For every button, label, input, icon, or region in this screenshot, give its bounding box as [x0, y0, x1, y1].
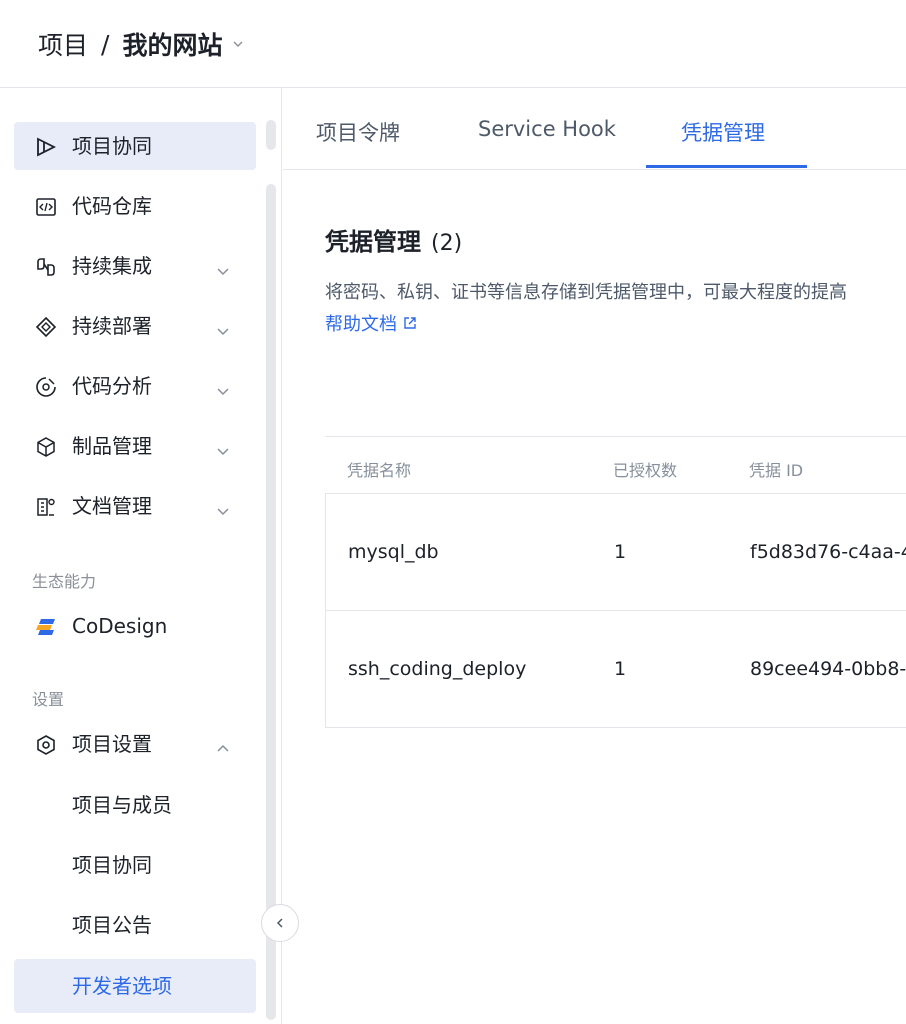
sidebar-item-code[interactable]: 代码仓库 [14, 182, 256, 230]
sidebar-item-ci[interactable]: 持续集成 [14, 242, 256, 290]
settings-subitem-collab[interactable]: 项目协同 [14, 838, 256, 892]
credential-name: ssh_coding_deploy [348, 658, 527, 680]
sidebar-item-artifact[interactable]: 制品管理 [14, 422, 256, 470]
top-header: 项目 / 我的网站 [0, 0, 906, 88]
breadcrumb: 项目 / 我的网站 [38, 26, 244, 62]
sidebar-item-label: 持续部署 [72, 314, 152, 338]
breadcrumb-project[interactable]: 项目 [38, 26, 88, 62]
cd-icon [34, 315, 58, 339]
settings-subitem-label: 项目与成员 [72, 793, 172, 817]
sidebar-item-label: 代码分析 [72, 374, 152, 398]
chevron-up-icon[interactable] [216, 737, 230, 752]
help-link-label: 帮助文档 [325, 314, 397, 335]
sidebar-item-label: 持续集成 [72, 254, 152, 278]
sidebar-item-label: CoDesign [72, 614, 168, 638]
tab-project-token[interactable]: 项目令牌 [316, 117, 400, 147]
sidebar-item-label: 项目协同 [72, 134, 152, 158]
credential-id: f5d83d76-c4aa-4c [750, 541, 906, 563]
column-header-name: 凭据名称 [347, 461, 412, 480]
column-header-authorized: 已授权数 [613, 461, 678, 480]
collab-icon [34, 135, 58, 159]
sidebar-item-analysis[interactable]: 代码分析 [14, 362, 256, 410]
artifact-icon [34, 435, 58, 459]
credential-name: mysql_db [348, 541, 439, 563]
chevron-down-icon[interactable] [216, 319, 230, 336]
ci-icon [34, 255, 58, 279]
scrollbar-top-thumb[interactable] [266, 120, 276, 150]
chevron-down-icon[interactable] [216, 439, 230, 456]
sidebar-item-label: 制品管理 [72, 434, 152, 458]
sidebar-item-docs[interactable]: 文档管理 [14, 482, 256, 530]
sidebar-item-project-settings[interactable]: 项目设置 [14, 720, 256, 768]
chevron-down-icon[interactable] [216, 259, 230, 276]
table-row[interactable]: ssh_coding_deploy 1 89cee494-0bb8-4 [326, 611, 906, 728]
chevron-down-icon[interactable] [216, 379, 230, 396]
section-title-ecosystem: 生态能力 [32, 572, 97, 591]
section-title-settings: 设置 [32, 690, 65, 709]
settings-subitem-label: 开发者选项 [72, 974, 172, 998]
analysis-icon [34, 375, 58, 399]
table-row[interactable]: mysql_db 1 f5d83d76-c4aa-4c [326, 494, 906, 611]
active-tab-indicator [646, 165, 807, 168]
settings-subitem-announcement[interactable]: 项目公告 [14, 898, 256, 952]
settings-subitem-members[interactable]: 项目与成员 [14, 778, 256, 832]
settings-subitem-label: 项目公告 [72, 913, 152, 937]
sidebar-scrollbar[interactable] [266, 184, 276, 1020]
page-description: 将密码、私钥、证书等信息存储到凭据管理中，可最大程度的提高 [325, 282, 847, 303]
breadcrumb-separator: / [101, 29, 110, 59]
help-docs-link[interactable]: 帮助文档 [325, 310, 417, 336]
tab-service-hook[interactable]: Service Hook [478, 117, 616, 141]
page-title-text: 凭据管理 [325, 228, 421, 256]
docs-icon [34, 495, 58, 519]
table-body: mysql_db 1 f5d83d76-c4aa-4c ssh_coding_d… [325, 494, 906, 728]
sidebar-item-label: 项目设置 [72, 732, 152, 756]
settings-subitem-developer[interactable]: 开发者选项 [14, 959, 256, 1013]
sidebar-item-codesign[interactable]: CoDesign [14, 602, 256, 650]
sidebar-item-collab[interactable]: 项目协同 [14, 122, 256, 170]
settings-icon [34, 733, 58, 757]
code-icon [34, 195, 58, 219]
sidebar-collapse-button[interactable] [261, 904, 299, 942]
credential-authorized-count: 1 [614, 541, 627, 563]
page-title: 凭据管理 (2) [325, 222, 462, 257]
sidebar-item-label: 文档管理 [72, 494, 152, 518]
chevron-down-icon[interactable] [232, 38, 244, 50]
column-header-id: 凭据 ID [749, 461, 804, 480]
codesign-logo-icon [34, 615, 58, 639]
table-header: 凭据名称 已授权数 凭据 ID [325, 436, 906, 494]
chevron-left-icon [274, 917, 286, 929]
breadcrumb-site-name[interactable]: 我的网站 [122, 26, 222, 62]
credential-count: (2) [431, 231, 463, 256]
tab-credentials[interactable]: 凭据管理 [681, 117, 765, 147]
settings-subitem-label: 项目协同 [72, 853, 152, 877]
credential-id: 89cee494-0bb8-4 [750, 658, 906, 680]
credential-authorized-count: 1 [614, 658, 627, 680]
chevron-down-icon[interactable] [216, 499, 230, 516]
sidebar-item-label: 代码仓库 [72, 194, 152, 218]
external-link-icon [403, 316, 417, 330]
sidebar-item-cd[interactable]: 持续部署 [14, 302, 256, 350]
